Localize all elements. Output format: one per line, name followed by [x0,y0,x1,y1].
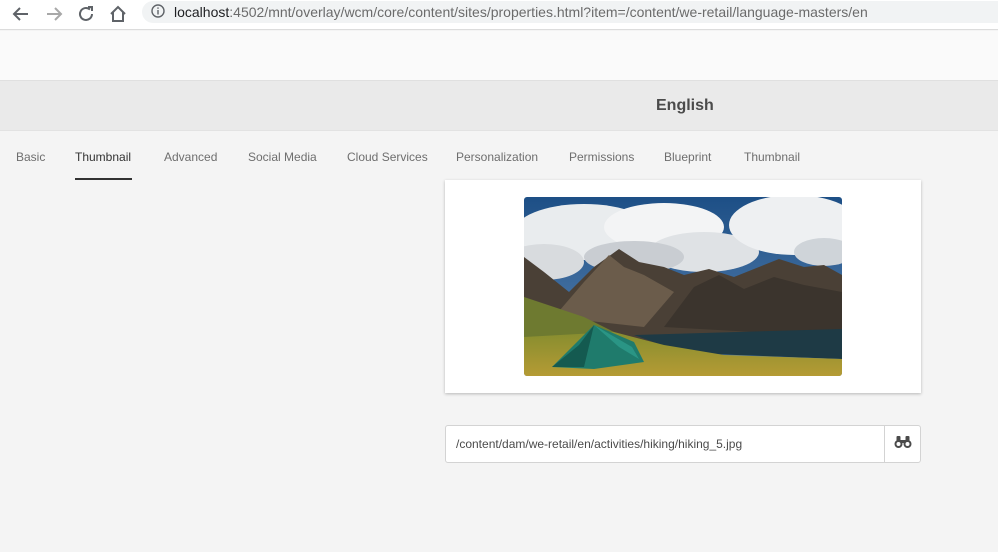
browser-toolbar: localhost:4502/mnt/overlay/wcm/core/cont… [0,0,998,30]
shell-header [0,31,998,81]
home-icon[interactable] [107,3,129,25]
forward-arrow-icon[interactable] [43,3,65,25]
binoculars-icon [894,435,912,454]
info-icon[interactable] [151,4,165,23]
tab-cloud-services[interactable]: Cloud Services [347,150,428,164]
thumbnail-path-field [445,425,921,463]
url-host: localhost [174,4,230,20]
tab-basic[interactable]: Basic [16,150,45,164]
tab-blueprint[interactable]: Blueprint [664,150,711,164]
tab-personalization[interactable]: Personalization [456,150,538,164]
tab-advanced[interactable]: Advanced [164,150,217,164]
thumbnail-image [524,197,842,376]
tab-permissions[interactable]: Permissions [569,150,634,164]
tab-social-media[interactable]: Social Media [248,150,317,164]
tab-thumbnail[interactable]: Thumbnail [75,150,131,164]
back-arrow-icon[interactable] [10,3,32,25]
reload-icon[interactable] [75,3,97,25]
url-text[interactable]: localhost:4502/mnt/overlay/wcm/core/cont… [174,4,868,20]
tab-thumbnail-2[interactable]: Thumbnail [744,150,800,164]
active-tab-indicator [75,178,132,180]
url-path: :4502/mnt/overlay/wcm/core/content/sites… [229,4,868,20]
thumbnail-preview-card [445,180,921,393]
browse-button[interactable] [884,426,921,462]
page-title: English [656,97,714,114]
title-bar [0,81,998,131]
thumbnail-path-input[interactable] [446,426,884,462]
